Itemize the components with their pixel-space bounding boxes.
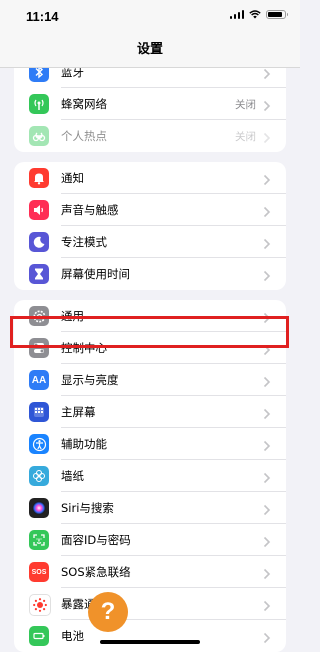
chevron-right-icon	[263, 341, 272, 356]
settings-row-label: 屏幕使用时间	[61, 267, 130, 281]
settings-row-label: 电池	[61, 629, 84, 643]
chevron-right-icon	[263, 309, 272, 324]
help-bubble-icon[interactable]: ?	[88, 592, 128, 632]
settings-row-screentime[interactable]: 屏幕使用时间	[14, 258, 286, 290]
settings-row-general[interactable]: 通用	[14, 300, 286, 332]
speaker-icon	[29, 200, 49, 220]
text-size-icon: AA	[29, 370, 49, 390]
chevron-right-icon	[263, 171, 272, 186]
settings-row-label: 显示与亮度	[61, 373, 119, 387]
chevron-right-icon	[263, 235, 272, 250]
chevron-right-icon	[263, 565, 272, 580]
chevron-right-icon	[263, 203, 272, 218]
accessibility-icon	[29, 434, 49, 454]
settings-group: 通用 控制中心 AA 显示与亮度 主屏幕 辅助功能 墙纸 Siri与搜索 面容ID与密码 SOS S…	[14, 300, 286, 652]
chevron-right-icon	[263, 129, 272, 144]
settings-row-accessibility[interactable]: 辅助功能	[14, 428, 286, 460]
gear-icon	[29, 306, 49, 326]
settings-row-notifications[interactable]: 通知	[14, 162, 286, 194]
cellular-signal-icon	[229, 10, 244, 19]
chevron-right-icon	[263, 501, 272, 516]
chevron-right-icon	[263, 267, 272, 282]
settings-row-label: Siri与搜索	[61, 501, 114, 515]
home-indicator	[100, 640, 200, 644]
chevron-right-icon	[263, 533, 272, 548]
settings-row-label: SOS紧急联络	[61, 565, 131, 579]
chevron-right-icon	[263, 405, 272, 420]
battery-status-icon	[266, 10, 288, 19]
toggles-icon	[29, 338, 49, 358]
status-bar: 11:14	[0, 0, 300, 30]
moon-icon	[29, 232, 49, 252]
settings-row-sos[interactable]: SOS SOS紧急联络	[14, 556, 286, 588]
settings-row-cellular[interactable]: 蜂窝网络 关闭	[14, 88, 286, 120]
wifi-icon	[249, 10, 261, 19]
settings-row-home[interactable]: 主屏幕	[14, 396, 286, 428]
chevron-right-icon	[263, 373, 272, 388]
battery-icon	[29, 626, 49, 646]
antenna-icon	[29, 94, 49, 114]
settings-row-hotspot[interactable]: 个人热点 关闭	[14, 120, 286, 152]
settings-group: 通知声音与触感专注模式屏幕使用时间	[14, 162, 286, 290]
chevron-right-icon	[263, 469, 272, 484]
settings-row-label: 通用	[61, 309, 84, 323]
hotspot-icon	[29, 126, 49, 146]
status-time: 11:14	[26, 9, 59, 24]
settings-row-control[interactable]: 控制中心	[14, 332, 286, 364]
settings-row-label: 面容ID与密码	[61, 533, 131, 547]
chevron-right-icon	[263, 629, 272, 644]
settings-row-faceid[interactable]: 面容ID与密码	[14, 524, 286, 556]
settings-row-exposure[interactable]: 暴露通知	[14, 588, 286, 620]
home-screen-icon	[29, 402, 49, 422]
settings-row-label: 通知	[61, 171, 84, 185]
exposure-icon	[29, 594, 51, 616]
siri-icon	[29, 498, 49, 518]
settings-row-label: 个人热点	[61, 129, 107, 143]
settings-row-focus[interactable]: 专注模式	[14, 226, 286, 258]
settings-row-value: 关闭	[235, 131, 256, 143]
chevron-right-icon	[263, 97, 272, 112]
face-id-icon	[29, 530, 49, 550]
chevron-right-icon	[263, 597, 272, 612]
settings-row-value: 关闭	[235, 99, 256, 111]
page-title: 设置	[136, 42, 163, 57]
settings-row-label: 辅助功能	[61, 437, 107, 451]
settings-row-sounds[interactable]: 声音与触感	[14, 194, 286, 226]
settings-row-battery[interactable]: 电池	[14, 620, 286, 652]
navigation-bar: 11:14 设置	[0, 0, 300, 68]
settings-row-label: 专注模式	[61, 235, 107, 249]
sos-icon: SOS	[29, 562, 49, 582]
settings-row-wallpaper[interactable]: 墙纸	[14, 460, 286, 492]
settings-row-label: 控制中心	[61, 341, 107, 355]
settings-row-label: 主屏幕	[61, 405, 96, 419]
settings-row-display[interactable]: AA 显示与亮度	[14, 364, 286, 396]
settings-row-label: 墙纸	[61, 469, 84, 483]
bell-icon	[29, 168, 49, 188]
settings-row-label: 蜂窝网络	[61, 97, 107, 111]
settings-row-label: 声音与触感	[61, 203, 119, 217]
chevron-right-icon	[263, 437, 272, 452]
flower-icon	[29, 466, 49, 486]
settings-group: 蓝牙 蜂窝网络 关闭 个人热点 关闭	[14, 56, 286, 152]
hourglass-icon	[29, 264, 49, 284]
settings-row-siri[interactable]: Siri与搜索	[14, 492, 286, 524]
